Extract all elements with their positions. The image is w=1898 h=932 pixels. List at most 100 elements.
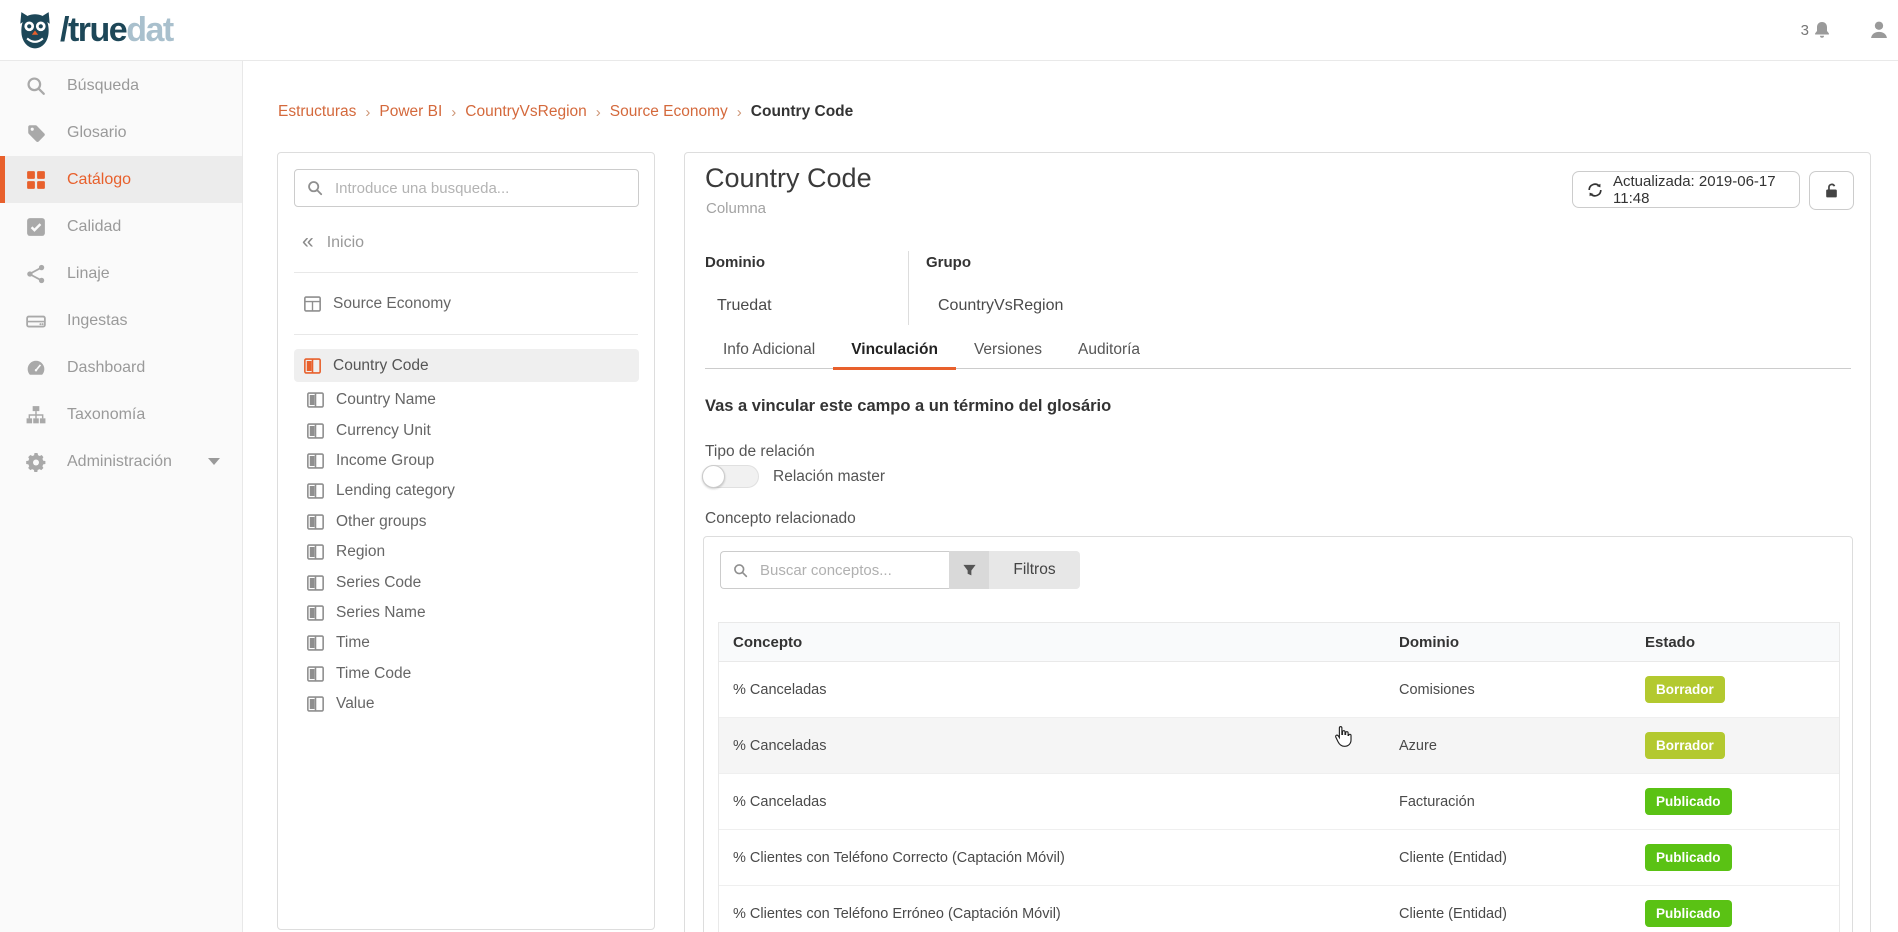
tab-auditoria[interactable]: Auditoría: [1060, 331, 1158, 368]
tree-home-button[interactable]: « Inicio: [302, 229, 364, 257]
tree-item-label: Country Code: [333, 357, 429, 375]
field-label-grupo: Grupo: [926, 254, 971, 271]
cell-concepto: % Clientes con Teléfono Erróneo (Captaci…: [719, 906, 1385, 922]
divider: [294, 272, 638, 273]
tree-item[interactable]: Value: [294, 689, 638, 719]
tab-vinculacion[interactable]: Vinculación: [833, 331, 956, 368]
cell-concepto: % Canceladas: [719, 794, 1385, 810]
refresh-icon: [1587, 182, 1603, 198]
cell-concepto: % Clientes con Teléfono Correcto (Captac…: [719, 850, 1385, 866]
tree-item[interactable]: Time Code: [294, 659, 638, 689]
cell-estado: Publicado: [1631, 788, 1839, 815]
related-concept-label: Concepto relacionado: [705, 510, 856, 528]
status-badge: Publicado: [1645, 900, 1732, 927]
relation-master-toggle[interactable]: [702, 465, 759, 488]
columns-icon: [307, 514, 324, 530]
breadcrumb-link[interactable]: Estructuras: [278, 103, 356, 121]
sidebar-item-label: Búsqueda: [67, 77, 139, 95]
table-row[interactable]: % Canceladas Facturación Publicado: [719, 774, 1839, 830]
tree-item-label: Other groups: [336, 513, 426, 531]
tree-item-label: Country Name: [336, 391, 436, 409]
tree-item[interactable]: Series Code: [294, 567, 638, 597]
user-icon: [1868, 19, 1890, 41]
grid-icon: [25, 169, 46, 190]
sidebar-item-administracion[interactable]: Administración: [0, 438, 242, 485]
breadcrumb: Estructuras › Power BI › CountryVsRegion…: [278, 103, 853, 121]
sidebar-item-calidad[interactable]: Calidad: [0, 203, 242, 250]
truedat-logo[interactable]: /truedat: [14, 9, 173, 51]
toggle-knob: [702, 465, 725, 488]
columns-icon: [307, 575, 324, 591]
sidebar-item-dashboard[interactable]: Dashboard: [0, 344, 242, 391]
tab-info-adicional[interactable]: Info Adicional: [705, 331, 833, 368]
lock-button[interactable]: [1809, 171, 1854, 210]
tree-item-label: Series Name: [336, 604, 426, 622]
sidebar-item-ingestas[interactable]: Ingestas: [0, 297, 242, 344]
tree-item[interactable]: Series Name: [294, 598, 638, 628]
cell-estado: Publicado: [1631, 900, 1839, 927]
related-concepts-box: Filtros Concepto Dominio Estado % Cancel…: [703, 536, 1853, 932]
updated-button[interactable]: Actualizada: 2019-06-17 11:48: [1572, 171, 1800, 208]
breadcrumb-link[interactable]: CountryVsRegion: [465, 103, 586, 121]
logo-text-secondary: dat: [126, 11, 173, 49]
unlock-icon: [1823, 182, 1840, 199]
tree-item[interactable]: Currency Unit: [294, 415, 638, 445]
columns-icon: [307, 483, 324, 499]
concepts-table: Concepto Dominio Estado % Canceladas Com…: [718, 622, 1840, 932]
tree-item-selected[interactable]: Country Code: [294, 349, 639, 382]
tree-item[interactable]: Time: [294, 628, 638, 658]
tree-item[interactable]: Region: [294, 537, 638, 567]
cell-concepto: % Canceladas: [719, 682, 1385, 698]
table-header-row: Concepto Dominio Estado: [719, 623, 1839, 662]
sidebar-item-label: Ingestas: [67, 312, 127, 330]
breadcrumb-link[interactable]: Source Economy: [610, 103, 728, 121]
sidebar-item-glosario[interactable]: Glosario: [0, 109, 242, 156]
tree-search-input[interactable]: [333, 179, 626, 198]
tree-item-list: Country Name Currency Unit Income Group …: [294, 385, 638, 719]
cell-estado: Publicado: [1631, 844, 1839, 871]
tree-item[interactable]: Other groups: [294, 507, 638, 537]
breadcrumb-separator: ›: [737, 104, 742, 121]
user-menu-button[interactable]: [1868, 0, 1890, 60]
tree-parent-item[interactable]: Source Economy: [304, 289, 451, 319]
status-badge: Borrador: [1645, 676, 1725, 703]
chevron-down-icon: [208, 458, 220, 465]
table-row[interactable]: % Canceladas Azure Borrador: [719, 718, 1839, 774]
sidebar-item-linaje[interactable]: Linaje: [0, 250, 242, 297]
notifications-button[interactable]: 3: [1801, 0, 1832, 60]
column-header-estado: Estado: [1631, 634, 1839, 651]
share-icon: [25, 263, 46, 284]
columns-icon: [307, 453, 324, 469]
field-value-grupo: CountryVsRegion: [938, 297, 1063, 315]
sidebar-item-busqueda[interactable]: Búsqueda: [0, 62, 242, 109]
toggle-label: Relación master: [773, 468, 885, 486]
app-window: /truedat 3 Búsqueda Glosario Catálogo Ca…: [0, 0, 1898, 932]
column-header-dominio: Dominio: [1385, 634, 1631, 651]
concept-search-input[interactable]: [758, 561, 937, 580]
table-row[interactable]: % Canceladas Comisiones Borrador: [719, 662, 1839, 718]
cell-dominio: Azure: [1385, 738, 1631, 754]
tree-item[interactable]: Lending category: [294, 476, 638, 506]
filter-funnel-button[interactable]: [949, 551, 989, 589]
sidebar-item-catalogo[interactable]: Catálogo: [0, 156, 242, 203]
sidebar-item-label: Administración: [67, 453, 172, 471]
sidebar-item-taxonomia[interactable]: Taxonomía: [0, 391, 242, 438]
tree-item[interactable]: Income Group: [294, 446, 638, 476]
tree-parent-label: Source Economy: [333, 295, 451, 313]
sitemap-icon: [25, 404, 46, 425]
column-header-concepto: Concepto: [719, 634, 1385, 651]
table-row[interactable]: % Clientes con Teléfono Correcto (Captac…: [719, 830, 1839, 886]
tree-item[interactable]: Country Name: [294, 385, 638, 415]
breadcrumb-link[interactable]: Power BI: [379, 103, 442, 121]
tree-item-label: Time: [336, 634, 370, 652]
columns-icon: [307, 605, 324, 621]
cell-dominio: Cliente (Entidad): [1385, 850, 1631, 866]
breadcrumb-separator: ›: [596, 104, 601, 121]
check-square-icon: [25, 216, 46, 237]
sidebar-item-label: Taxonomía: [67, 406, 145, 424]
table-row[interactable]: % Clientes con Teléfono Erróneo (Captaci…: [719, 886, 1839, 932]
filters-button[interactable]: Filtros: [989, 551, 1080, 589]
sidebar-nav: Búsqueda Glosario Catálogo Calidad Linaj…: [0, 60, 243, 932]
tab-versiones[interactable]: Versiones: [956, 331, 1060, 368]
structure-tree-panel: « Inicio Source Economy Country Code Cou…: [277, 152, 655, 930]
